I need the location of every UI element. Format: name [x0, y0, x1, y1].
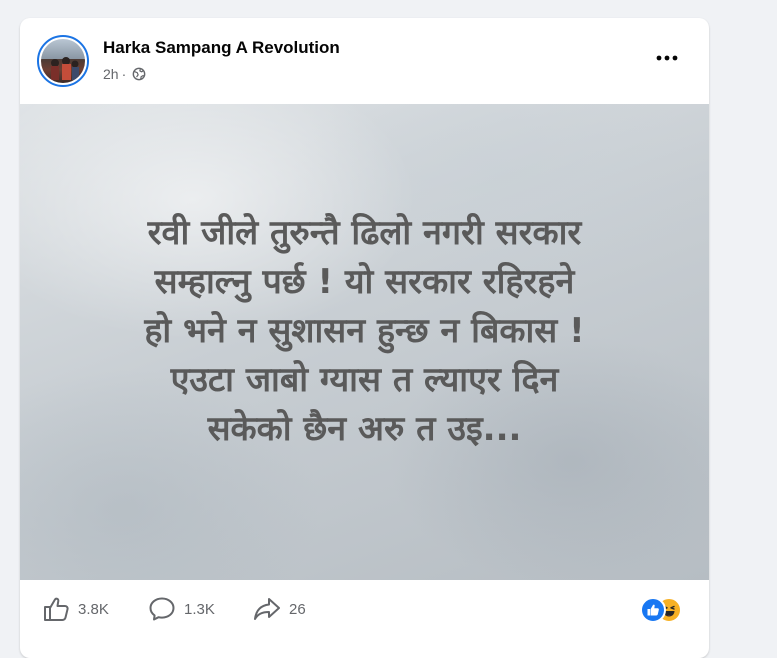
post-meta: 2h · [103, 65, 146, 83]
share-icon [254, 598, 280, 620]
like-button[interactable]: 3.8K [42, 594, 109, 624]
image-text-line: हो भने न सुशासन हुन्छ न बिकास ! [144, 311, 585, 351]
page-name[interactable]: Harka Sampang A Revolution [103, 38, 340, 58]
more-options-button[interactable] [647, 40, 687, 76]
page-avatar[interactable] [37, 35, 89, 87]
post-card: Harka Sampang A Revolution 2h · रवी जीले… [20, 18, 709, 658]
post-image[interactable]: रवी जीले तुरुन्तै ढिलो नगरी सरकार सम्हाल… [20, 104, 709, 580]
engagement-bar: 3.8K 1.3K 26 [20, 580, 709, 640]
image-text-line: एउटा जाबो ग्यास त ल्याएर दिन [170, 360, 559, 400]
avatar-photo [41, 39, 85, 83]
post-timestamp[interactable]: 2h [103, 66, 119, 82]
reactions-summary[interactable] [640, 595, 692, 623]
image-text: रवी जीले तुरुन्तै ढिलो नगरी सरकार सम्हाल… [40, 209, 689, 454]
more-horizontal-icon [655, 49, 679, 67]
share-button[interactable]: 26 [253, 594, 306, 624]
image-text-line: सम्हाल्नु पर्छ ! यो सरकार रहिरहने [154, 262, 575, 302]
comment-icon [149, 597, 175, 621]
globe-icon[interactable] [132, 67, 146, 81]
post-header: Harka Sampang A Revolution 2h · [20, 18, 709, 104]
share-count: 26 [289, 600, 306, 618]
image-text-line: सकेको छैन अरु त उइ... [207, 409, 522, 449]
like-icon [44, 597, 69, 621]
like-reaction-icon [640, 597, 666, 623]
image-text-line: रवी जीले तुरुन्तै ढिलो नगरी सरकार [147, 213, 582, 253]
comment-count: 1.3K [184, 600, 215, 618]
meta-separator: · [121, 66, 127, 82]
like-count: 3.8K [78, 600, 109, 618]
comment-button[interactable]: 1.3K [148, 594, 215, 624]
